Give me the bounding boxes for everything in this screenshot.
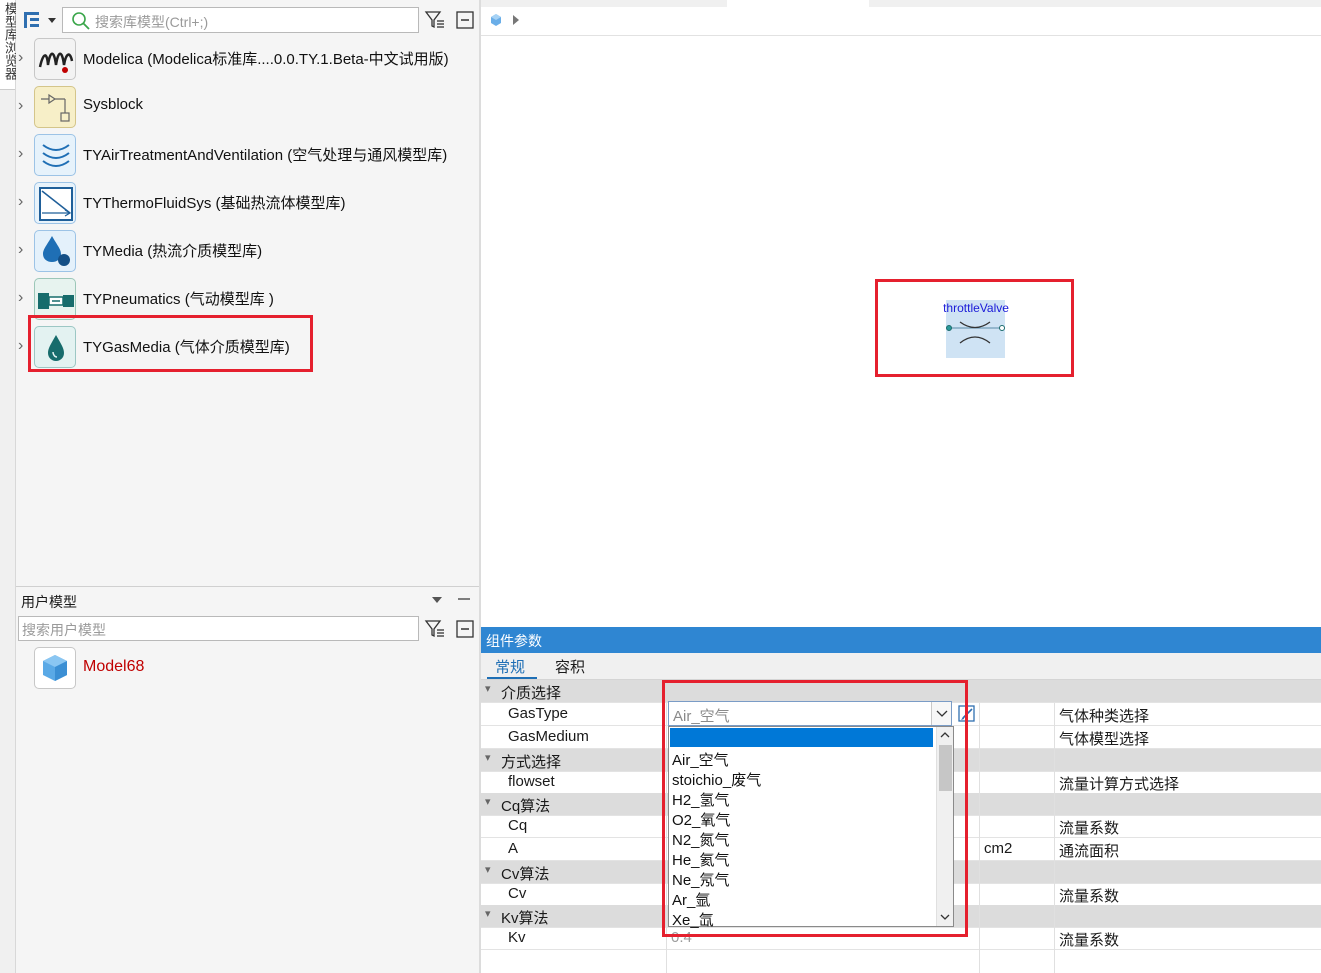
tab-active-model[interactable] bbox=[727, 0, 869, 7]
user-models-title: 用户模型 bbox=[21, 594, 77, 610]
library-panel: 搜索库模型(Ctrl+;) › Modelica (Modelica标准库...… bbox=[16, 0, 479, 586]
group-label: Kv算法 bbox=[501, 910, 549, 927]
model-cube-small-icon[interactable] bbox=[489, 12, 503, 28]
tab-volume[interactable]: 容积 bbox=[555, 656, 585, 677]
tree-view-dropdown-button[interactable] bbox=[22, 9, 58, 31]
library-item-tymedia[interactable]: › TYMedia (热流介质模型库) bbox=[16, 227, 479, 275]
collapse-all-icon[interactable] bbox=[454, 618, 476, 640]
user-model-label: Model68 bbox=[83, 658, 145, 675]
panel-header: 组件参数 bbox=[481, 627, 1321, 653]
library-item-modelica[interactable]: › Modelica (Modelica标准库....0.0.TY.1.Beta… bbox=[16, 35, 479, 83]
diagram-canvas[interactable]: throttleValve bbox=[481, 36, 1321, 626]
param-name: A bbox=[508, 840, 519, 857]
library-search-input[interactable]: 搜索库模型(Ctrl+;) bbox=[62, 7, 419, 33]
collapse-triangle-icon[interactable]: ▾ bbox=[485, 863, 491, 876]
param-desc: 气体模型选择 bbox=[1059, 731, 1150, 748]
group-label: 介质选择 bbox=[501, 685, 562, 702]
library-search-placeholder: 搜索库模型(Ctrl+;) bbox=[95, 14, 209, 30]
dropdown-arrow-icon[interactable] bbox=[430, 595, 444, 605]
chevron-right-icon[interactable]: › bbox=[18, 98, 30, 114]
user-models-search-placeholder: 搜索用户模型 bbox=[22, 622, 106, 638]
chevron-right-icon[interactable]: › bbox=[18, 50, 30, 66]
highlight-gasmedia-library bbox=[28, 315, 313, 372]
model-cube-icon bbox=[34, 647, 76, 689]
library-item-sysblock[interactable]: › Sysblock bbox=[16, 83, 479, 131]
param-unit: cm2 bbox=[984, 840, 1013, 857]
chevron-right-icon[interactable]: › bbox=[18, 194, 30, 210]
modelica-icon bbox=[34, 38, 76, 80]
param-desc: 通流面积 bbox=[1059, 843, 1120, 860]
library-item-air-treatment[interactable]: › TYAirTreatmentAndVentilation (空气处理与通风模… bbox=[16, 131, 479, 179]
chevron-right-icon[interactable]: › bbox=[18, 242, 30, 258]
library-item-thermofluid[interactable]: › TYThermoFluidSys (基础热流体模型库) bbox=[16, 179, 479, 227]
thermofluid-icon bbox=[34, 182, 76, 224]
group-label: Cv算法 bbox=[501, 866, 550, 883]
library-item-label: TYThermoFluidSys (基础热流体模型库) bbox=[83, 195, 346, 212]
collapse-all-icon[interactable] bbox=[454, 9, 476, 31]
param-desc: 流量系数 bbox=[1059, 888, 1120, 905]
library-item-label: Modelica (Modelica标准库....0.0.TY.1.Beta-中… bbox=[83, 51, 449, 68]
tab-general[interactable]: 常规 bbox=[495, 656, 525, 677]
tree-view-icon bbox=[24, 12, 56, 28]
property-tabs: 常规 容积 bbox=[481, 653, 1321, 680]
search-icon bbox=[72, 12, 90, 30]
chevron-right-icon[interactable]: › bbox=[18, 290, 30, 306]
collapse-triangle-icon[interactable]: ▾ bbox=[485, 907, 491, 920]
param-name: GasType bbox=[508, 705, 569, 722]
library-toolbar: 搜索库模型(Ctrl+;) bbox=[16, 0, 479, 38]
pneumatics-icon bbox=[34, 278, 76, 320]
air-waves-icon bbox=[34, 134, 76, 176]
breadcrumb-chevron-icon[interactable] bbox=[511, 14, 521, 26]
media-drops-icon bbox=[34, 230, 76, 272]
collapse-triangle-icon[interactable]: ▾ bbox=[485, 751, 491, 764]
collapse-triangle-icon[interactable]: ▾ bbox=[485, 682, 491, 695]
filter-icon[interactable] bbox=[424, 9, 446, 31]
minimize-icon[interactable] bbox=[457, 594, 471, 604]
user-models-panel: 用户模型 搜索用户模型 Model68 bbox=[16, 586, 479, 973]
highlight-gastype-dropdown bbox=[662, 680, 968, 937]
param-desc: 气体种类选择 bbox=[1059, 708, 1150, 725]
library-item-label: Sysblock bbox=[83, 96, 144, 113]
sysblock-icon bbox=[34, 86, 76, 128]
column-divider bbox=[1054, 703, 1055, 973]
param-desc: 流量系数 bbox=[1059, 820, 1120, 837]
side-tab-strip: 模型库浏览器 bbox=[0, 0, 18, 973]
param-name: Cv bbox=[508, 885, 527, 902]
library-item-label: TYAirTreatmentAndVentilation (空气处理与通风模型库… bbox=[83, 147, 448, 164]
chevron-right-icon[interactable]: › bbox=[18, 146, 30, 162]
side-tab-library-browser[interactable]: 模型库浏览器 bbox=[0, 0, 18, 90]
collapse-triangle-icon[interactable]: ▾ bbox=[485, 795, 491, 808]
filter-icon[interactable] bbox=[424, 618, 446, 640]
param-name: Kv bbox=[508, 929, 526, 946]
canvas-breadcrumb-bar bbox=[481, 0, 1321, 36]
active-tab-indicator bbox=[487, 677, 537, 679]
param-name: Cq bbox=[508, 817, 528, 834]
group-label: Cq算法 bbox=[501, 798, 551, 815]
param-desc: 流量系数 bbox=[1059, 932, 1120, 949]
user-models-search-input[interactable]: 搜索用户模型 bbox=[18, 616, 419, 641]
library-item-label: TYMedia (热流介质模型库) bbox=[83, 243, 263, 260]
column-divider bbox=[979, 703, 980, 973]
user-model-item[interactable]: Model68 bbox=[16, 645, 479, 693]
group-label: 方式选择 bbox=[501, 754, 562, 771]
highlight-throttle-valve bbox=[875, 279, 1074, 377]
panel-title: 组件参数 bbox=[486, 633, 542, 649]
param-name: GasMedium bbox=[508, 728, 589, 745]
param-name: flowset bbox=[508, 773, 555, 790]
param-desc: 流量计算方式选择 bbox=[1059, 776, 1180, 793]
tab-strip bbox=[481, 0, 1321, 7]
library-item-label: TYPneumatics (气动模型库 ) bbox=[83, 291, 274, 308]
